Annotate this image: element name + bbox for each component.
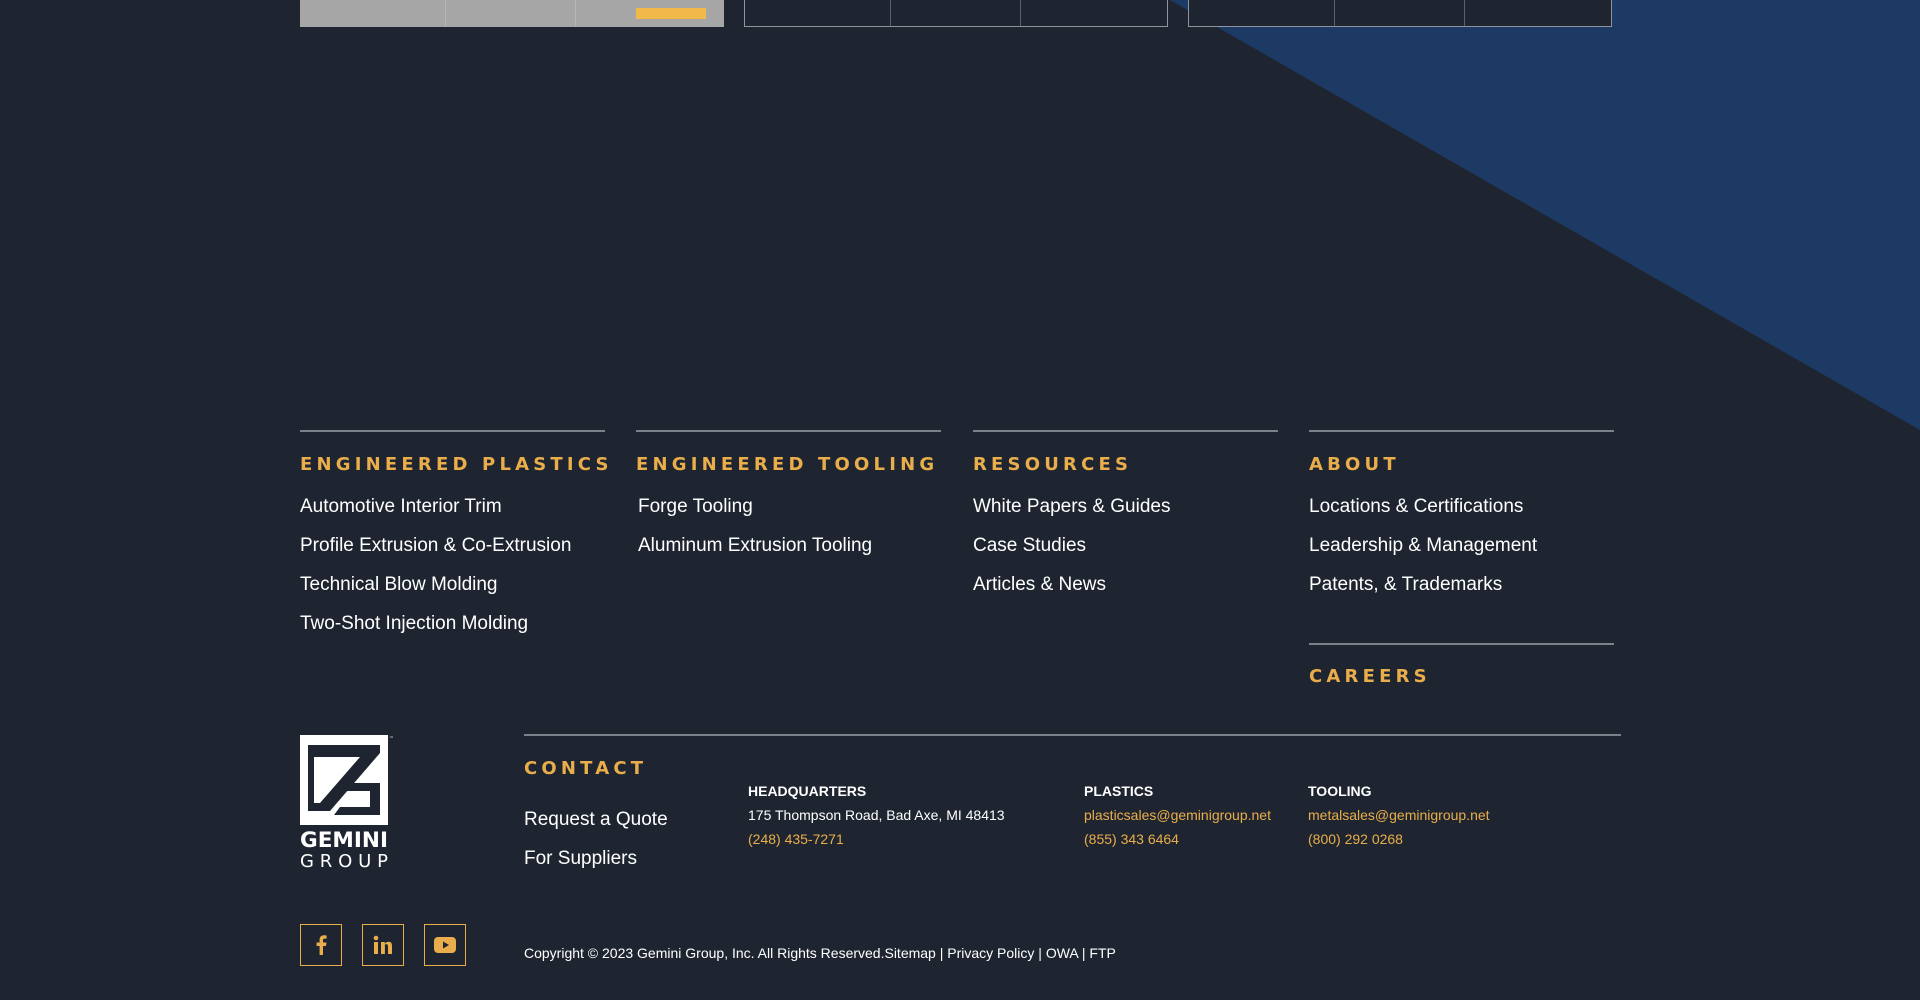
card-divider — [1464, 0, 1465, 26]
card-divider — [445, 0, 446, 27]
footer-link-anchor[interactable]: White Papers & Guides — [973, 496, 1170, 517]
footer-link: Profile Extrusion & Co-Extrusion — [300, 534, 605, 573]
plastics-email[interactable]: plasticsales@geminigroup.net — [1084, 803, 1271, 827]
footer-link: Aluminum Extrusion Tooling — [638, 534, 941, 573]
tooling-phone[interactable]: (800) 292 0268 — [1308, 827, 1490, 851]
column-links: Automotive Interior Trim Profile Extrusi… — [300, 495, 605, 651]
headquarters-heading: HEADQUARTERS — [748, 783, 867, 799]
column-divider — [300, 430, 605, 432]
card-divider — [890, 0, 891, 26]
contact-title: CONTACT — [524, 758, 648, 779]
plastics-block: PLASTICS plasticsales@geminigroup.net (8… — [1084, 779, 1271, 851]
card-outline[interactable] — [1188, 0, 1612, 27]
footer-link: Leadership & Management — [1309, 534, 1614, 573]
footer-column-engineered-plastics: ENGINEERED PLASTICS Automotive Interior … — [300, 430, 609, 651]
copyright-text: Copyright © 2023 Gemini Group, Inc. All … — [524, 945, 885, 961]
tooling-email[interactable]: metalsales@geminigroup.net — [1308, 803, 1490, 827]
legal-separator: | — [1034, 945, 1046, 961]
contact-divider — [524, 734, 1621, 736]
logo-sub: GROUP — [300, 851, 388, 869]
youtube-button[interactable] — [424, 924, 466, 966]
footer-link: Patents, & Trademarks — [1309, 573, 1614, 612]
column-links: Forge Tooling Aluminum Extrusion Tooling — [636, 495, 941, 573]
request-quote-link[interactable]: Request a Quote — [524, 809, 668, 830]
footer-link: Locations & Certifications — [1309, 495, 1614, 534]
column-links: White Papers & Guides Case Studies Artic… — [973, 495, 1278, 612]
card-divider — [1334, 0, 1335, 26]
column-title[interactable]: ABOUT — [1309, 454, 1614, 475]
card-button[interactable] — [636, 8, 706, 19]
footer-column-about: ABOUT Locations & Certifications Leaders… — [1309, 430, 1614, 612]
legal-separator: | — [1077, 945, 1090, 961]
column-divider — [1309, 430, 1614, 432]
footer-link-anchor[interactable]: Locations & Certifications — [1309, 496, 1523, 517]
headquarters-block: HEADQUARTERS 175 Thompson Road, Bad Axe,… — [748, 779, 1005, 851]
footer-link: White Papers & Guides — [973, 495, 1278, 534]
legal-bar: Copyright © 2023 Gemini Group, Inc. All … — [524, 945, 1116, 961]
footer-link: Two-Shot Injection Molding — [300, 612, 605, 651]
plastics-phone[interactable]: (855) 343 6464 — [1084, 827, 1271, 851]
contact-link: Request a Quote — [524, 808, 668, 847]
contact-link: For Suppliers — [524, 847, 668, 886]
gemini-group-logo[interactable]: ™ GEMINI GROUP — [300, 735, 396, 869]
footer-link: Articles & News — [973, 573, 1278, 612]
footer-link: Case Studies — [973, 534, 1278, 573]
footer-link: Automotive Interior Trim — [300, 495, 605, 534]
privacy-policy-link[interactable]: Privacy Policy — [947, 945, 1034, 961]
footer-link: Technical Blow Molding — [300, 573, 605, 612]
headquarters-phone[interactable]: (248) 435-7271 — [748, 827, 1005, 851]
footer-column-resources: RESOURCES White Papers & Guides Case Stu… — [973, 430, 1278, 612]
careers-link[interactable]: CAREERS — [1309, 666, 1431, 687]
sitemap-link[interactable]: Sitemap — [884, 945, 935, 961]
column-divider — [636, 430, 941, 432]
column-links: Locations & Certifications Leadership & … — [1309, 495, 1614, 612]
tooling-heading: TOOLING — [1308, 783, 1372, 799]
footer-page: ENGINEERED PLASTICS Automotive Interior … — [0, 0, 1920, 1000]
column-divider — [973, 430, 1278, 432]
column-title[interactable]: RESOURCES — [973, 454, 1278, 475]
facebook-icon — [316, 935, 327, 955]
plastics-heading: PLASTICS — [1084, 783, 1154, 799]
footer-link-anchor[interactable]: Patents, & Trademarks — [1309, 574, 1502, 595]
logo-name: GEMINI — [300, 828, 388, 852]
owa-link[interactable]: OWA — [1046, 945, 1078, 961]
column-title[interactable]: ENGINEERED TOOLING — [636, 454, 941, 475]
facebook-button[interactable] — [300, 924, 342, 966]
for-suppliers-link[interactable]: For Suppliers — [524, 848, 637, 869]
careers-divider — [1309, 643, 1614, 645]
footer-column-engineered-tooling: ENGINEERED TOOLING Forge Tooling Aluminu… — [636, 430, 941, 573]
logo-tm: ™ — [389, 736, 394, 742]
card-filled[interactable] — [300, 0, 724, 27]
footer-link-anchor[interactable]: Leadership & Management — [1309, 535, 1537, 556]
footer-link: Forge Tooling — [638, 495, 941, 534]
card-divider — [575, 0, 576, 27]
footer-link-anchor[interactable]: Case Studies — [973, 535, 1086, 556]
footer-link-anchor[interactable]: Forge Tooling — [638, 496, 753, 517]
card-divider — [1020, 0, 1021, 26]
linkedin-button[interactable] — [362, 924, 404, 966]
headquarters-address: 175 Thompson Road, Bad Axe, MI 48413 — [748, 807, 1005, 823]
footer-link-anchor[interactable]: Automotive Interior Trim — [300, 496, 502, 517]
legal-separator: | — [935, 945, 948, 961]
column-title[interactable]: ENGINEERED PLASTICS — [300, 454, 609, 475]
footer-link-anchor[interactable]: Aluminum Extrusion Tooling — [638, 535, 872, 556]
linkedin-icon — [373, 935, 392, 954]
youtube-icon — [434, 937, 456, 953]
contact-links: Request a Quote For Suppliers — [524, 808, 668, 886]
tooling-block: TOOLING metalsales@geminigroup.net (800)… — [1308, 779, 1490, 851]
ftp-link[interactable]: FTP — [1089, 945, 1115, 961]
footer-link-anchor[interactable]: Two-Shot Injection Molding — [300, 613, 528, 634]
footer-link-anchor[interactable]: Profile Extrusion & Co-Extrusion — [300, 535, 571, 556]
card-outline[interactable] — [744, 0, 1168, 27]
footer-link-anchor[interactable]: Articles & News — [973, 574, 1106, 595]
footer-link-anchor[interactable]: Technical Blow Molding — [300, 574, 498, 595]
